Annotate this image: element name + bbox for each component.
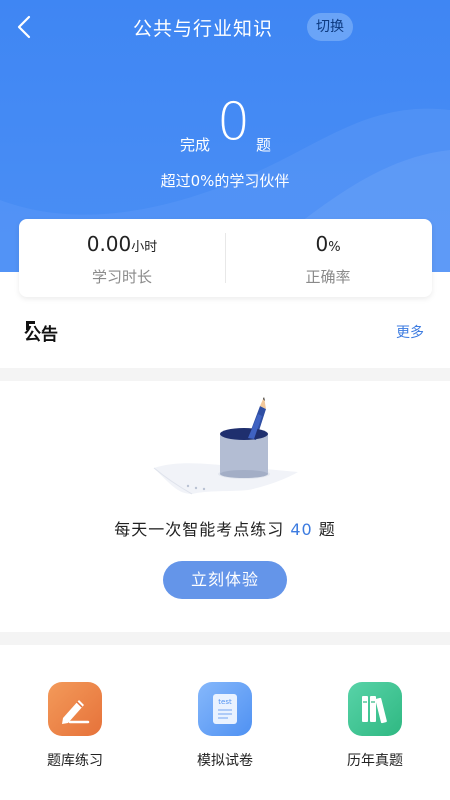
notice-title: 公告: [24, 325, 58, 345]
notice-section-header: 公告 更多: [0, 312, 450, 352]
daily-practice-text: 每天一次智能考点练习 40 题: [0, 516, 450, 540]
try-now-button[interactable]: 立刻体验: [163, 561, 287, 599]
rank-text: 超过0%的学习伙伴: [160, 172, 290, 190]
mock-exam-tile: test: [198, 682, 252, 736]
question-bank-tile: [48, 682, 102, 736]
accuracy-unit: %: [328, 240, 341, 255]
feature-past-exams[interactable]: 历年真题: [330, 682, 420, 782]
page-title: 公共与行业知识: [0, 14, 450, 41]
feature-mock-exam[interactable]: test 模拟试卷: [180, 682, 270, 782]
accuracy-stat: 0% 正确率: [225, 219, 431, 297]
accuracy-number: 0: [315, 232, 329, 256]
stats-card: 0.00小时 学习时长 0% 正确率: [19, 219, 432, 297]
feature-question-bank[interactable]: 题库练习: [30, 682, 120, 782]
completed-count: 0: [217, 92, 251, 152]
study-time-label: 学习时长: [91, 268, 152, 286]
study-time-number: 0.00: [86, 232, 132, 256]
study-time-stat: 0.00小时 学习时长: [19, 219, 225, 297]
section-separator: [0, 632, 450, 645]
past-exams-label: 历年真题: [347, 753, 403, 769]
pencil-cup-illustration: [153, 397, 298, 495]
pencil-note-icon: [62, 700, 90, 724]
notice-more-link[interactable]: 更多: [396, 322, 424, 342]
accuracy-label: 正确率: [305, 268, 351, 286]
daily-text-prefix: 每天一次智能考点练习: [114, 520, 285, 539]
mock-exam-label: 模拟试卷: [197, 753, 253, 769]
test-paper-icon: test: [213, 694, 237, 724]
page-title-text: 公共与行业知识: [132, 18, 273, 40]
completed-label: 完成: [180, 136, 211, 154]
section-separator: [0, 368, 450, 381]
top-bar: 公共与行业知识 切换: [0, 0, 450, 56]
question-bank-label: 题库练习: [47, 753, 103, 769]
test-paper-icon-text: test: [218, 698, 232, 706]
past-exams-tile: [348, 682, 402, 736]
daily-question-count: 40: [290, 520, 313, 539]
study-time-value: 0.00小时: [19, 232, 225, 256]
daily-text-suffix: 题: [318, 520, 336, 539]
accuracy-value: 0%: [225, 232, 431, 256]
completed-summary: 完成 0 题: [0, 92, 450, 156]
completed-unit: 题: [256, 136, 272, 154]
books-icon: [362, 696, 387, 724]
switch-button[interactable]: 切换: [307, 13, 353, 41]
study-time-unit: 小时: [131, 240, 158, 255]
